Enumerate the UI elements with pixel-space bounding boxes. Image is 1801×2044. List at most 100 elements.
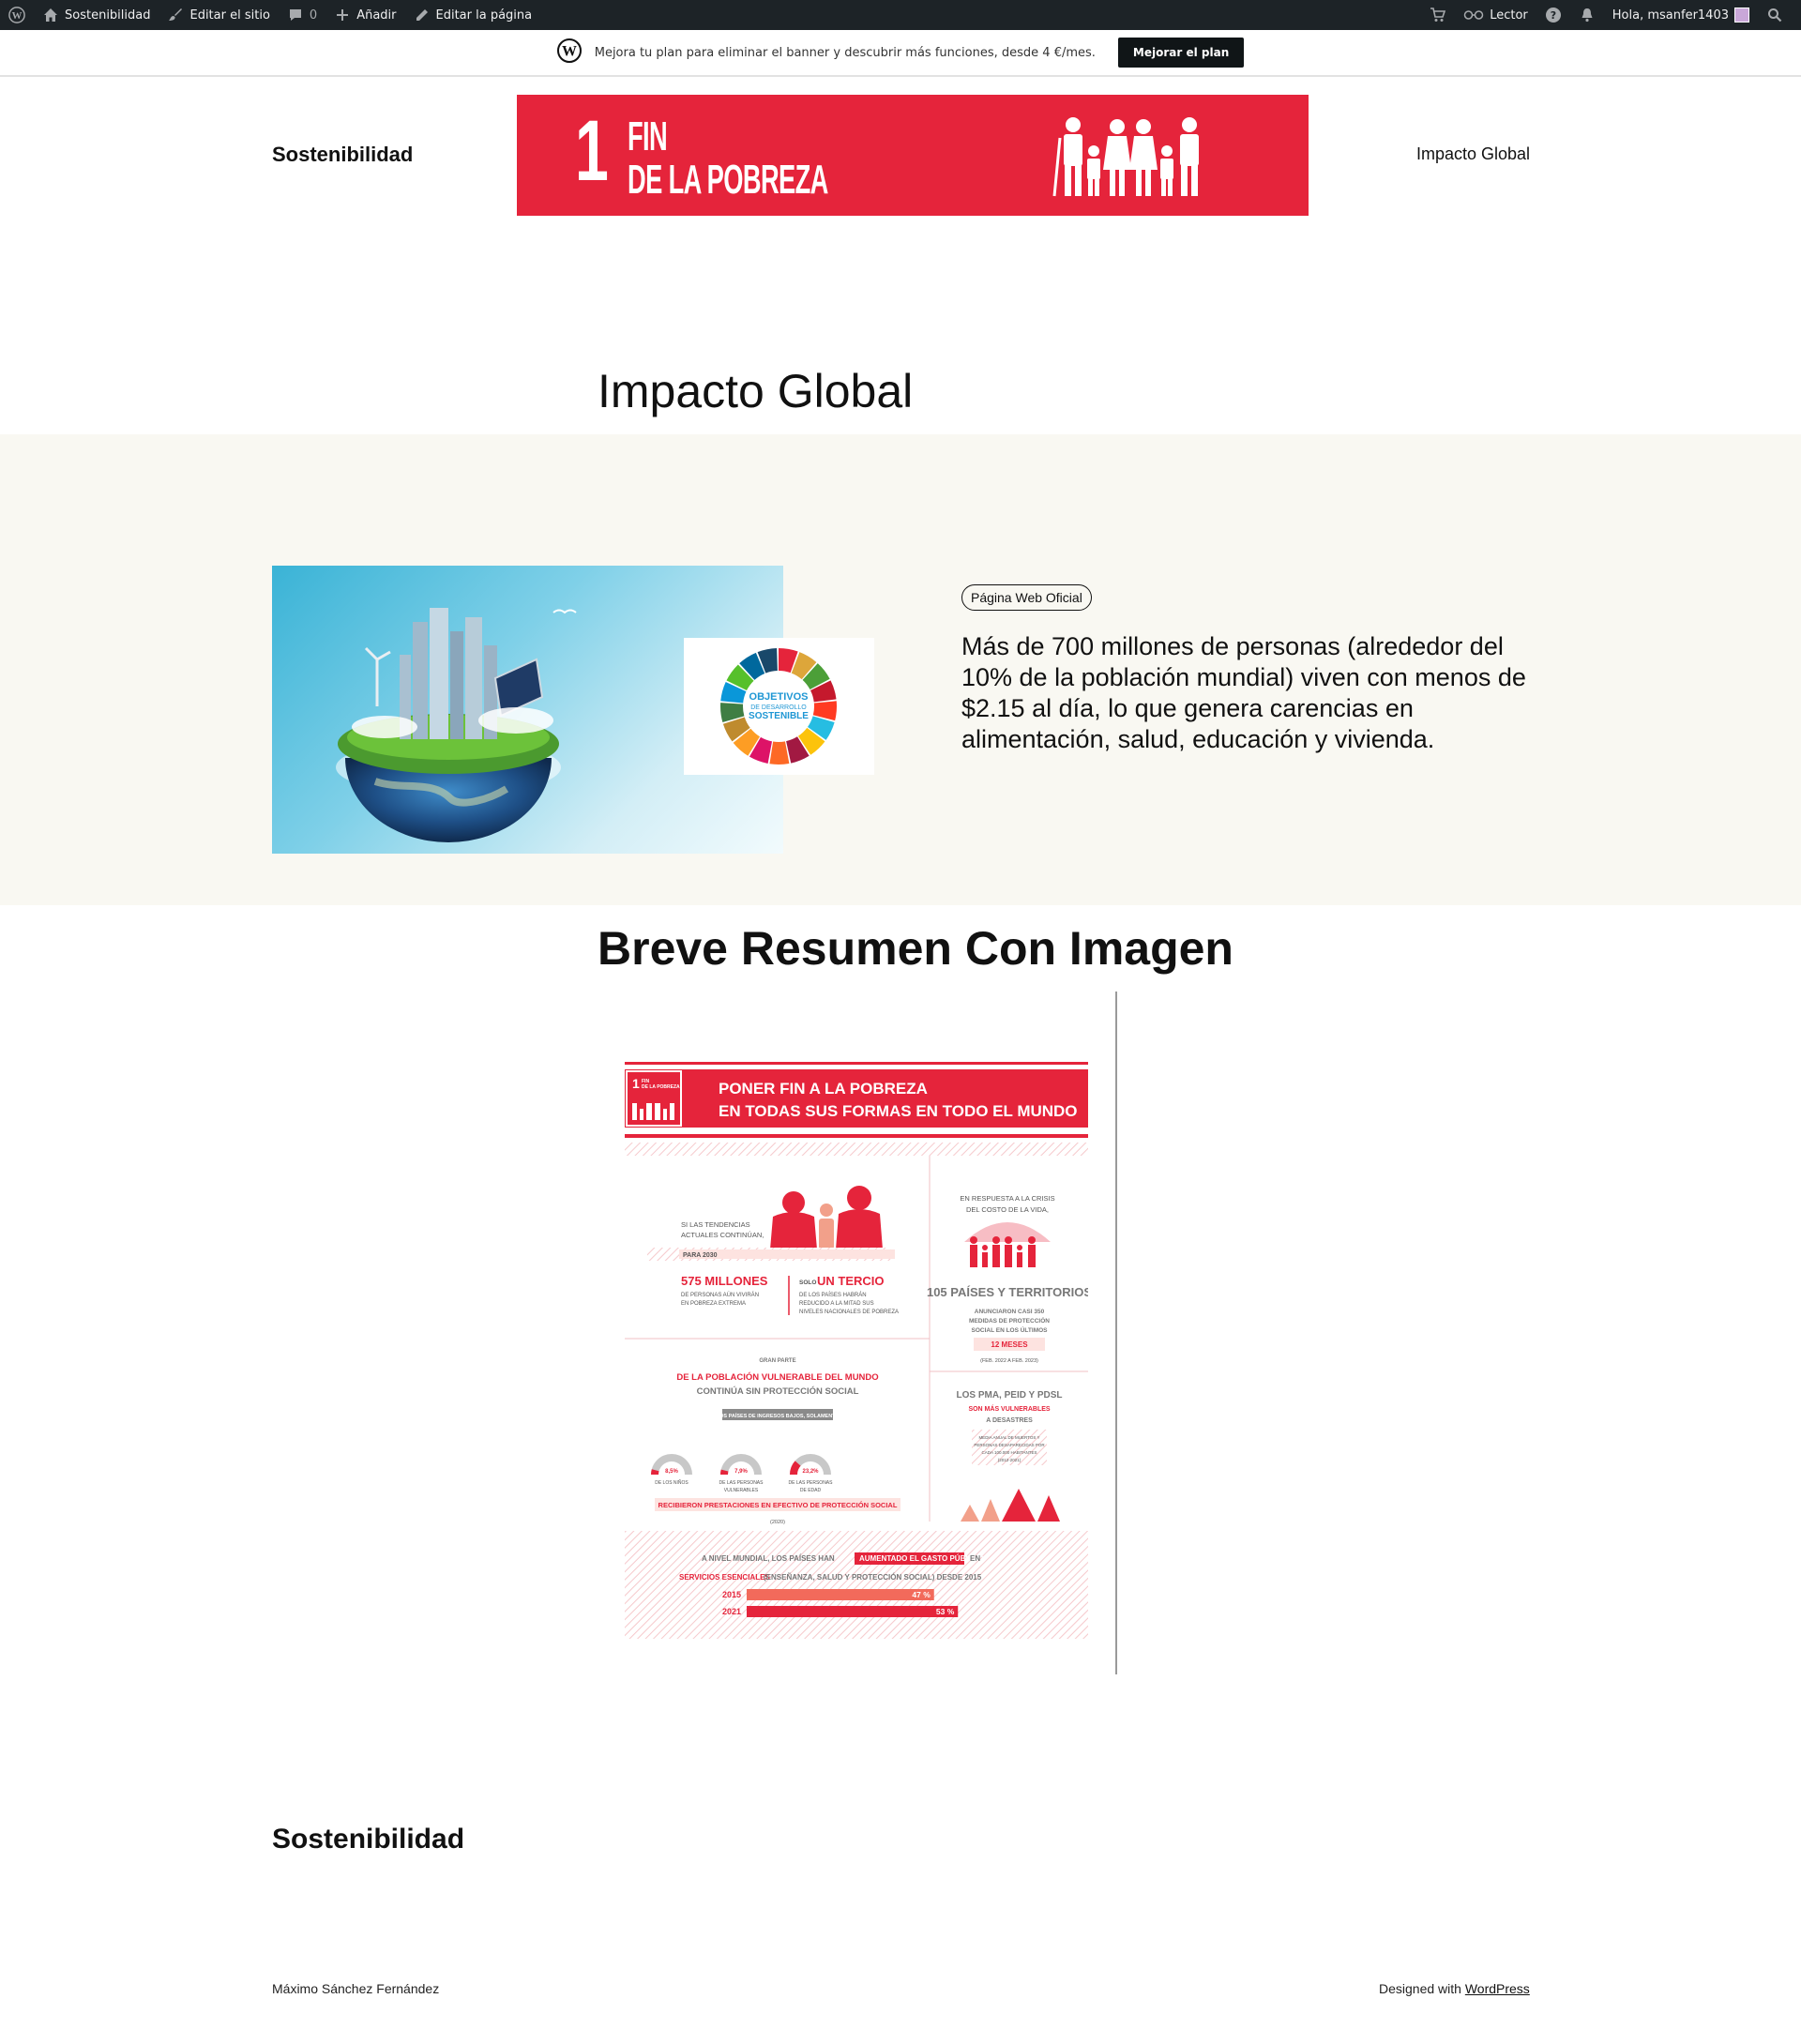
ig-received: RECIBIERON PRESTACIONES EN EFECTIVO DE P…	[658, 1501, 898, 1509]
ig-measures3: SOCIAL EN LOS ÚLTIMOS	[971, 1325, 1048, 1334]
help-icon: ?	[1545, 7, 1562, 23]
gauge-label: VULNERABLES	[724, 1488, 759, 1493]
wordpress-logo-icon: W	[8, 7, 25, 23]
section-title-summary: Breve Resumen Con Imagen	[598, 922, 1233, 975]
glasses-icon	[1463, 7, 1484, 23]
site-menu[interactable]: Sostenibilidad	[34, 0, 159, 30]
ig-mountain-chart	[961, 1489, 1060, 1522]
ig-trend-line2: ACTUALES CONTINÚAN,	[681, 1231, 764, 1239]
home-icon	[42, 7, 59, 23]
nav-link-impacto-global[interactable]: Impacto Global	[1416, 144, 1530, 164]
wordpress-logo-icon: W	[556, 38, 582, 67]
ig-badge-number: 1	[632, 1076, 640, 1091]
search-icon	[1766, 7, 1783, 23]
help-button[interactable]: ?	[1536, 0, 1570, 30]
footer-credit-prefix: Designed with	[1379, 1981, 1461, 1996]
footer-site-title[interactable]: Sostenibilidad	[272, 1824, 464, 1855]
ig-tercio-sub2: REDUCIDO A LA MITAD SUS	[799, 1301, 874, 1307]
ig-gran-parte: GRAN PARTE	[759, 1358, 795, 1364]
ig-umbrella-family-icon	[964, 1222, 1051, 1267]
comments-count: 0	[309, 8, 318, 23]
ig-spending-highlight: AUMENTADO EL GASTO PÚBLICO	[859, 1554, 983, 1563]
brush-icon	[167, 7, 184, 23]
gauge-label: DE EDAD	[800, 1488, 822, 1493]
official-website-badge[interactable]: Página Web Oficial	[961, 584, 1092, 611]
upgrade-banner: W Mejora tu plan para eliminar el banner…	[0, 30, 1801, 77]
edit-page-button[interactable]: Editar la página	[405, 0, 541, 30]
spending-bar	[747, 1606, 959, 1617]
sdg-logo-line2: DE DESARROLLO	[750, 704, 807, 711]
greeting-label: Hola, msanfer1403	[1612, 8, 1729, 23]
sdg-number: 1	[575, 103, 609, 199]
ig-12-meses: 12 MESES	[991, 1340, 1028, 1349]
ig-crisis-line2: DEL COSTO DE LA VIDA,	[966, 1205, 1049, 1214]
ig-para-2030: PARA 2030	[683, 1252, 718, 1259]
ig-vulnerable-line2: CONTINÚA SIN PROTECCIÓN SOCIAL	[697, 1385, 859, 1397]
ig-575-millones: 575 MILLONES	[681, 1274, 768, 1288]
footer-author: Máximo Sánchez Fernández	[272, 1981, 440, 1996]
ig-spending-line1a: A NIVEL MUNDIAL, LOS PAÍSES HAN	[702, 1554, 835, 1563]
sdg-title-line1: FIN	[628, 114, 668, 159]
reader-label: Lector	[1490, 8, 1528, 23]
ig-measures2: MEDIDAS DE PROTECCIÓN	[969, 1316, 1050, 1325]
admin-bar: W Sostenibilidad Editar el sitio 0 Añadi…	[0, 0, 1801, 30]
site-title[interactable]: Sostenibilidad	[272, 143, 413, 167]
poverty-lead-paragraph: Más de 700 millones de personas (alreded…	[961, 632, 1526, 753]
edit-site-button[interactable]: Editar el sitio	[159, 0, 278, 30]
spending-bar	[747, 1589, 934, 1600]
ig-header-line2: EN TODAS SUS FORMAS EN TODO EL MUNDO	[719, 1102, 1078, 1120]
ig-un-tercio: UN TERCIO	[817, 1274, 885, 1288]
gauge-value: 8,5%	[665, 1469, 678, 1475]
sdg1-header-banner: 1 FIN DE LA POBREZA	[517, 95, 1309, 216]
ig-pma-line1: LOS PMA, PEID Y PDSL	[957, 1390, 1063, 1401]
gauge-value: 7,9%	[734, 1469, 748, 1475]
cart-button[interactable]	[1421, 0, 1455, 30]
add-new-button[interactable]: Añadir	[325, 0, 404, 30]
ig-people-icon	[770, 1186, 883, 1249]
ig-pma-note3: CADA 100.000 HABITANTES	[982, 1450, 1037, 1455]
ig-pma-note4: (2012-2021)	[998, 1458, 1022, 1462]
page-title: Impacto Global	[598, 365, 914, 417]
sdg1-infographic: 1 FIN DE LA POBREZA PONER FIN A LA POBRE…	[625, 1062, 1092, 1639]
ig-low-income: LOS PAÍSES DE INGRESOS BAJOS, SOLAMENTE	[717, 1412, 840, 1419]
ig-spending-line2b: (ENSEÑANZA, SALUD Y PROTECCIÓN SOCIAL) D…	[764, 1573, 982, 1582]
reader-button[interactable]: Lector	[1455, 0, 1536, 30]
sdg-wheel-segment	[769, 741, 790, 765]
family-icon	[1052, 117, 1199, 197]
plus-icon	[334, 7, 351, 23]
spending-bar-value: 53 %	[936, 1607, 955, 1616]
spending-bar-year: 2021	[722, 1607, 741, 1616]
sdg-logo-line1: OBJETIVOS	[749, 691, 809, 703]
ig-header-line1: PONER FIN A LA POBREZA	[719, 1080, 928, 1098]
sdg-wheel-logo: OBJETIVOS DE DESARROLLO SOSTENIBLE	[684, 638, 874, 775]
ig-tercio-sub1: DE LOS PAÍSES HABRÁN	[799, 1292, 867, 1298]
ig-months-period: (FEB. 2022 A FEB. 2023)	[980, 1358, 1038, 1364]
ig-measures1: ANUNCIARON CASI 350	[975, 1309, 1045, 1315]
ig-105-paises: 105 PAÍSES Y TERRITORIOS	[927, 1285, 1088, 1299]
upgrade-plan-button[interactable]: Mejorar el plan	[1117, 38, 1245, 68]
sdg-title-line2: DE LA POBREZA	[628, 157, 828, 203]
notifications-button[interactable]	[1570, 0, 1604, 30]
ig-pma-line2: SON MÁS VULNERABLES	[968, 1404, 1050, 1413]
spending-bar-value: 47 %	[912, 1590, 931, 1599]
account-menu[interactable]: Hola, msanfer1403	[1604, 0, 1758, 30]
comment-icon	[287, 7, 304, 23]
wordpress-menu[interactable]: W	[0, 0, 34, 30]
ig-gauges: 8,5% DE LOS NIÑOS 7,9% DE LAS PERSONAS VULNE…	[651, 1454, 833, 1493]
wordpress-link[interactable]: WordPress	[1465, 1981, 1530, 1996]
pencil-icon	[414, 7, 431, 23]
bell-icon	[1579, 7, 1596, 23]
ig-pma-note2: PERSONAS DESAPARECIDAS POR	[974, 1443, 1045, 1447]
svg-text:W: W	[562, 44, 577, 60]
ig-575-sub1: DE PERSONAS AÚN VIVIRÁN	[681, 1292, 759, 1298]
ig-spending-line1b: EN	[970, 1554, 980, 1563]
spending-bar-year: 2015	[722, 1590, 741, 1599]
vertical-separator	[1115, 992, 1117, 1674]
search-button[interactable]	[1758, 0, 1792, 30]
ig-pma-note1: MEDIA ANUAL DE MUERTOS Y	[978, 1435, 1039, 1440]
avatar	[1734, 8, 1749, 23]
svg-text:W: W	[12, 10, 23, 22]
comments-button[interactable]: 0	[279, 0, 325, 30]
sdg-logo-line3: SOSTENIBLE	[749, 711, 809, 721]
ig-vulnerable-line1: DE LA POBLACIÓN VULNERABLE DEL MUNDO	[676, 1371, 878, 1383]
